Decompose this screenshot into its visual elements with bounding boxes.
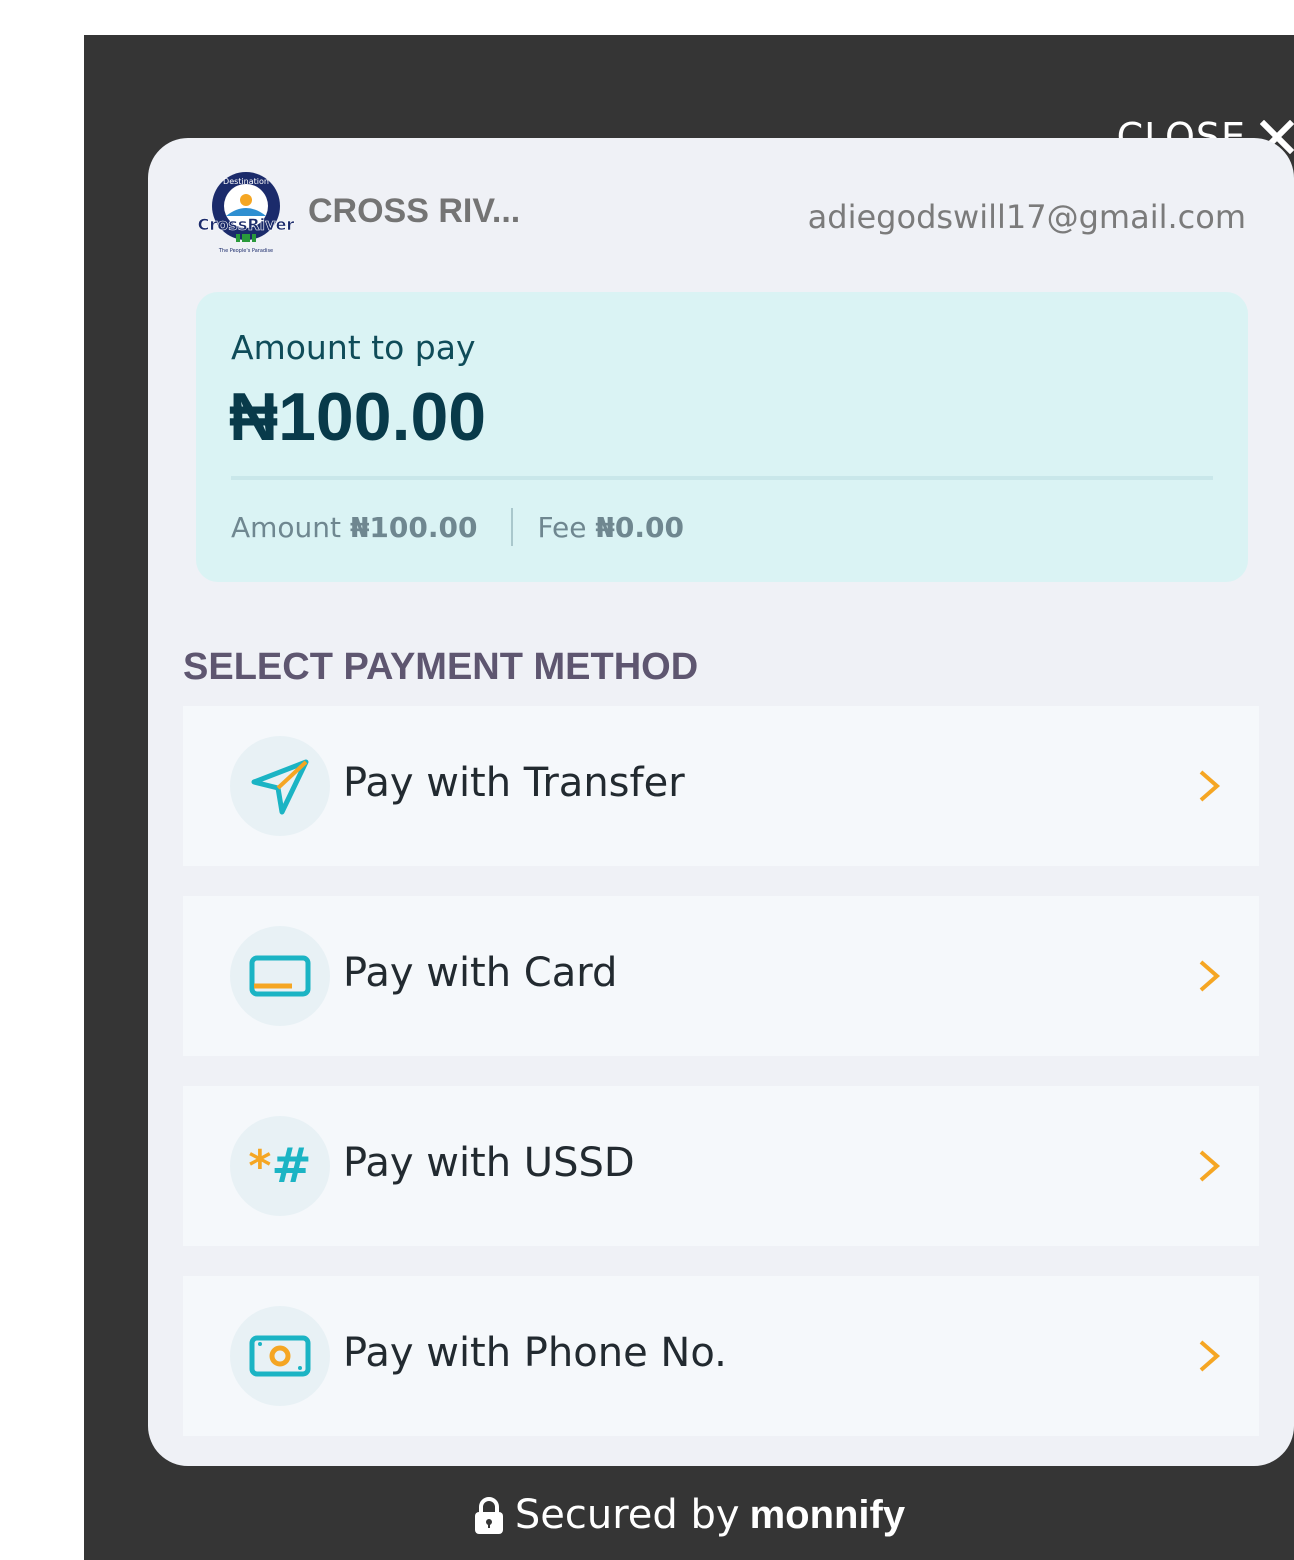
breakdown-fee-label: Fee: [537, 510, 587, 544]
footer-brand: monnify: [749, 1492, 906, 1537]
amount-label: Amount to pay: [231, 328, 476, 367]
logo-main-text: CrossRiver: [198, 215, 295, 234]
card-icon: [230, 926, 330, 1026]
customer-email: adiegodswill17@gmail.com: [807, 198, 1246, 236]
method-label: Pay with Card: [343, 950, 618, 996]
pay-with-ussd-option[interactable]: * # Pay with USSD: [183, 1086, 1259, 1246]
pay-with-card-option[interactable]: Pay with Card: [183, 896, 1259, 1056]
chevron-right-icon: [1199, 1150, 1221, 1182]
footer-prefix: Secured by: [514, 1492, 740, 1538]
breakdown-fee-value: ₦0.00: [595, 510, 684, 544]
amount-divider: [231, 476, 1213, 480]
chevron-right-icon: [1199, 960, 1221, 992]
send-icon: [230, 736, 330, 836]
checkout-modal: Destination CrossRiver The People's Para…: [148, 138, 1294, 1466]
logo-top-text: Destination: [223, 177, 269, 186]
amount-summary-card: Amount to pay ₦100.00 Amount ₦100.00 Fee…: [196, 292, 1248, 582]
breakdown-separator: [511, 508, 514, 546]
pay-with-phone-option[interactable]: Pay with Phone No.: [183, 1276, 1259, 1436]
ussd-icon: * #: [230, 1116, 330, 1216]
ussd-hash: #: [271, 1138, 312, 1194]
logo-bottom-text: The People's Paradise: [218, 248, 273, 254]
pay-with-transfer-option[interactable]: Pay with Transfer: [183, 706, 1259, 866]
method-label: Pay with Transfer: [343, 760, 685, 806]
breakdown-amount-value: ₦100.00: [349, 510, 478, 544]
secured-footer: Secured by monnify: [84, 1492, 1294, 1538]
chevron-right-icon: [1199, 770, 1221, 802]
breakdown-amount-label: Amount: [231, 510, 342, 544]
method-label: Pay with Phone No.: [343, 1330, 727, 1376]
lock-icon: [474, 1497, 503, 1534]
cash-icon: [230, 1306, 330, 1406]
merchant-name: CROSS RIV...: [308, 192, 521, 230]
modal-header: Destination CrossRiver The People's Para…: [148, 138, 1294, 288]
payment-method-title: SELECT PAYMENT METHOD: [183, 646, 699, 688]
merchant-logo: Destination CrossRiver The People's Para…: [197, 172, 295, 254]
amount-total: ₦100.00: [229, 379, 487, 455]
chevron-right-icon: [1199, 1340, 1221, 1372]
method-label: Pay with USSD: [343, 1140, 635, 1186]
amount-breakdown: Amount ₦100.00 Fee ₦0.00: [231, 508, 684, 546]
ussd-star: *: [248, 1140, 272, 1192]
